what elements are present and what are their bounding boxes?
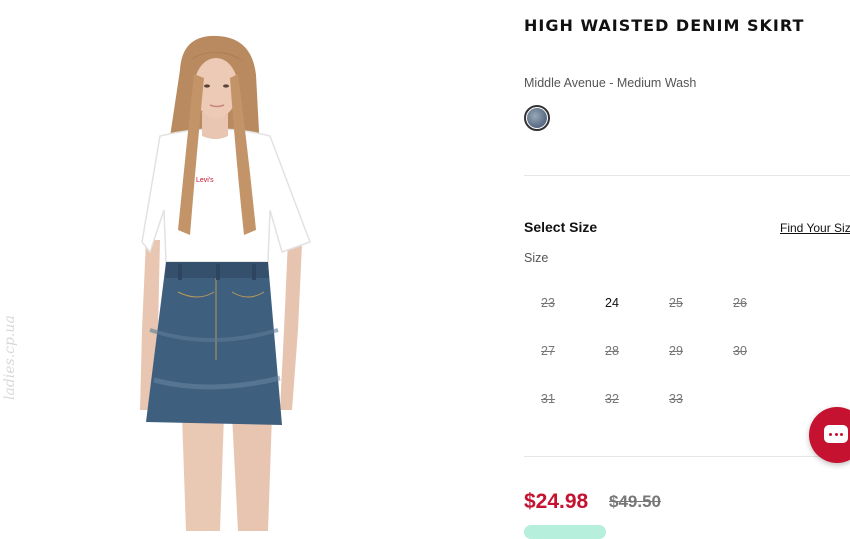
size-option-26[interactable]: 26: [720, 296, 760, 310]
size-option-30[interactable]: 30: [720, 344, 760, 358]
promo-badge: [524, 525, 606, 539]
product-title: HIGH WAISTED DENIM SKIRT: [524, 16, 805, 35]
watermark-text: ladies.cp.ua: [2, 315, 18, 400]
select-size-heading: Select Size: [524, 219, 598, 235]
size-option-29[interactable]: 29: [656, 344, 696, 358]
size-option-33[interactable]: 33: [656, 392, 696, 406]
size-label: Size: [524, 251, 549, 265]
sale-price: $24.98: [524, 490, 589, 513]
product-details-panel: HIGH WAISTED DENIM SKIRT Middle Avenue -…: [524, 0, 850, 539]
original-price: $49.50: [609, 492, 661, 511]
size-option-28[interactable]: 28: [592, 344, 632, 358]
color-swatch-button[interactable]: [524, 105, 550, 131]
size-option-32[interactable]: 32: [592, 392, 632, 406]
section-divider: [524, 175, 850, 176]
size-option-31[interactable]: 31: [528, 392, 568, 406]
size-option-27[interactable]: 27: [528, 344, 568, 358]
swatch-color-fill: [527, 108, 547, 128]
size-option-25[interactable]: 25: [656, 296, 696, 310]
product-photo: Levi's: [140, 35, 311, 531]
find-your-size-link[interactable]: Find Your Size: [780, 221, 850, 235]
size-option-24[interactable]: 24: [592, 296, 632, 310]
product-image-panel: Levi's ladies.cp.ua: [0, 0, 500, 531]
shirt-logo-text: Levi's: [196, 177, 214, 184]
color-name-label: Middle Avenue - Medium Wash: [524, 76, 697, 90]
chat-bubble-icon: [824, 425, 848, 443]
size-option-23[interactable]: 23: [528, 296, 568, 310]
section-divider: [524, 456, 850, 457]
